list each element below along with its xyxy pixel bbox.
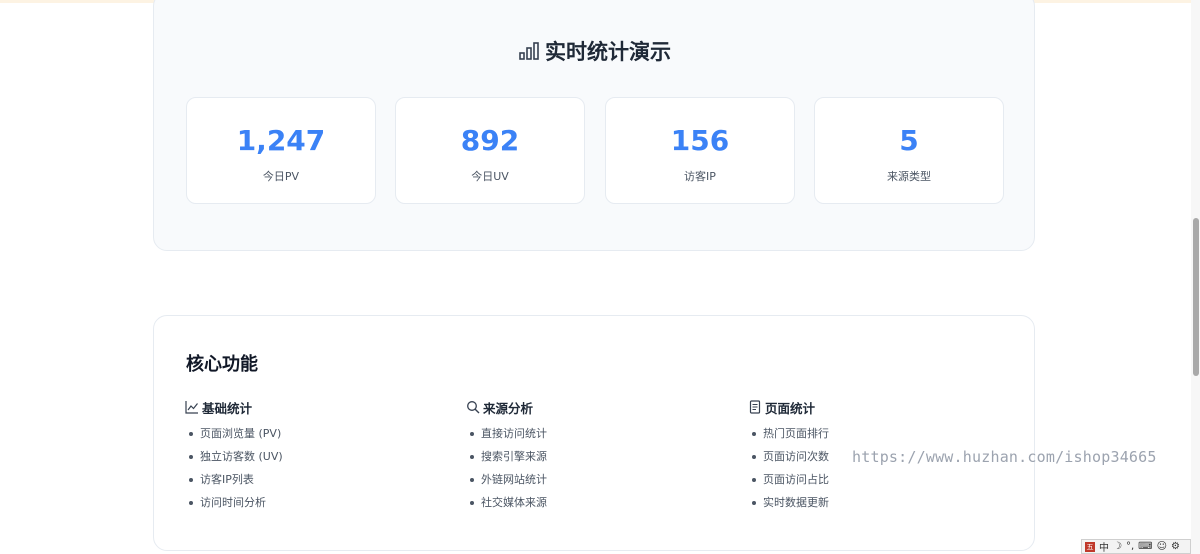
list-item: 访客IP列表 <box>185 472 445 495</box>
ime-logo-icon[interactable]: 五 <box>1085 541 1095 552</box>
stat-label: 来源类型 <box>887 170 931 183</box>
realtime-title-text: 实时统计演示 <box>545 40 671 64</box>
feature-heading-text: 页面统计 <box>765 400 816 416</box>
list-item: 独立访客数 (UV) <box>185 449 445 472</box>
feature-heading: 页面统计 <box>748 398 1008 416</box>
feature-column-basic: 基础统计 页面浏览量 (PV) 独立访客数 (UV) 访客IP列表 访问时间分析 <box>185 398 445 518</box>
feature-column-source: 来源分析 直接访问统计 搜索引擎来源 外链网站统计 社交媒体来源 <box>466 398 726 518</box>
list-item: 页面访问占比 <box>748 472 1008 495</box>
watermark-url: https://www.huzhan.com/ishop34665 <box>852 448 1157 466</box>
list-item: 访问时间分析 <box>185 495 445 518</box>
scrollbar-thumb[interactable] <box>1193 218 1199 376</box>
realtime-title: 实时统计演示 <box>154 36 1036 66</box>
moon-icon[interactable]: ☽ <box>1113 541 1122 552</box>
stat-value: 5 <box>899 124 919 157</box>
feature-heading-text: 基础统计 <box>202 400 253 416</box>
line-chart-icon <box>185 401 198 414</box>
stat-card-pv: 1,247 今日PV <box>186 97 376 204</box>
wrench-icon[interactable]: ⚙ <box>1171 541 1180 552</box>
document-icon <box>749 400 761 414</box>
bar-chart-icon <box>519 42 539 60</box>
list-item: 搜索引擎来源 <box>466 449 726 472</box>
stat-card-source-types: 5 来源类型 <box>814 97 1004 204</box>
feature-heading: 来源分析 <box>466 398 726 416</box>
feature-list: 页面浏览量 (PV) 独立访客数 (UV) 访客IP列表 访问时间分析 <box>185 426 445 518</box>
stat-label: 今日UV <box>471 170 509 183</box>
list-item: 热门页面排行 <box>748 426 1008 449</box>
stat-value: 156 <box>670 124 730 157</box>
core-features-section: 核心功能 基础统计 页面浏览量 (PV) 独立访客数 (UV) 访客IP列表 访… <box>153 315 1035 551</box>
stat-card-uv: 892 今日UV <box>395 97 585 204</box>
stat-label: 访客IP <box>684 170 716 183</box>
punctuation-icon[interactable]: °, <box>1126 541 1134 552</box>
stat-value: 892 <box>460 124 520 157</box>
vertical-scrollbar[interactable] <box>1191 0 1200 554</box>
list-item: 外链网站统计 <box>466 472 726 495</box>
stat-card-ip: 156 访客IP <box>605 97 795 204</box>
ime-mode-toggle[interactable]: 中 <box>1099 539 1109 554</box>
list-item: 社交媒体来源 <box>466 495 726 518</box>
search-icon <box>467 401 480 414</box>
feature-list: 直接访问统计 搜索引擎来源 外链网站统计 社交媒体来源 <box>466 426 726 518</box>
feature-heading: 基础统计 <box>185 398 445 416</box>
stat-value: 1,247 <box>236 124 326 157</box>
ime-toolbar[interactable]: 五 中 ☽ °, ⌨ ☺ ⚙ <box>1081 539 1191 554</box>
user-icon[interactable]: ☺ <box>1157 541 1167 552</box>
feature-list: 热门页面排行 页面访问次数 页面访问占比 实时数据更新 <box>748 426 1008 518</box>
stat-label: 今日PV <box>262 170 300 183</box>
list-item: 页面浏览量 (PV) <box>185 426 445 449</box>
realtime-stats-section: 实时统计演示 1,247 今日PV 892 今日UV 156 访客IP 5 来源… <box>153 0 1035 251</box>
feature-heading-text: 来源分析 <box>483 400 534 416</box>
list-item: 直接访问统计 <box>466 426 726 449</box>
list-item: 实时数据更新 <box>748 495 1008 518</box>
keyboard-icon[interactable]: ⌨ <box>1138 541 1152 552</box>
features-title: 核心功能 <box>186 354 258 375</box>
